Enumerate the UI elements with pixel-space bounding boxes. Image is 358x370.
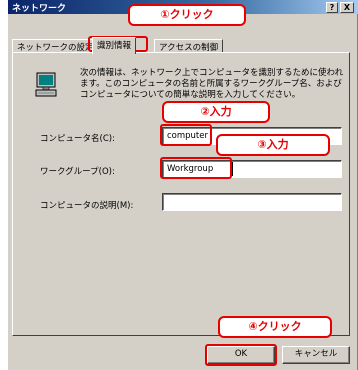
tab-access-control[interactable]: アクセスの制御 [154,39,224,53]
cancel-button[interactable]: キャンセル [282,346,350,364]
step3-callout: ③入力 [216,134,330,156]
tab-network-settings[interactable]: ネットワークの設定 [12,39,99,53]
step1-callout: ①クリック [128,4,246,26]
tab-identification[interactable]: 識別情報 [92,37,137,54]
computer-icon [35,72,57,97]
help-button[interactable]: ? [326,2,338,13]
window-title: ネットワーク [12,4,67,14]
step4-callout: ④クリック [218,316,332,338]
step2-highlight [160,124,212,146]
step3-highlight [160,157,232,179]
computer-name-label: コンピュータ名(C): [40,134,115,144]
step2-callout: ②入力 [162,101,270,123]
comment-input[interactable] [162,193,342,211]
workgroup-label: ワークグループ(O): [40,167,115,177]
step4-highlight [205,344,277,366]
close-button[interactable]: X [340,2,354,13]
comment-label: コンピュータの説明(M): [40,201,134,211]
description-text: 次の情報は、ネットワーク上でコンピュータを識別するために使われます。このコンピュ… [80,68,344,100]
